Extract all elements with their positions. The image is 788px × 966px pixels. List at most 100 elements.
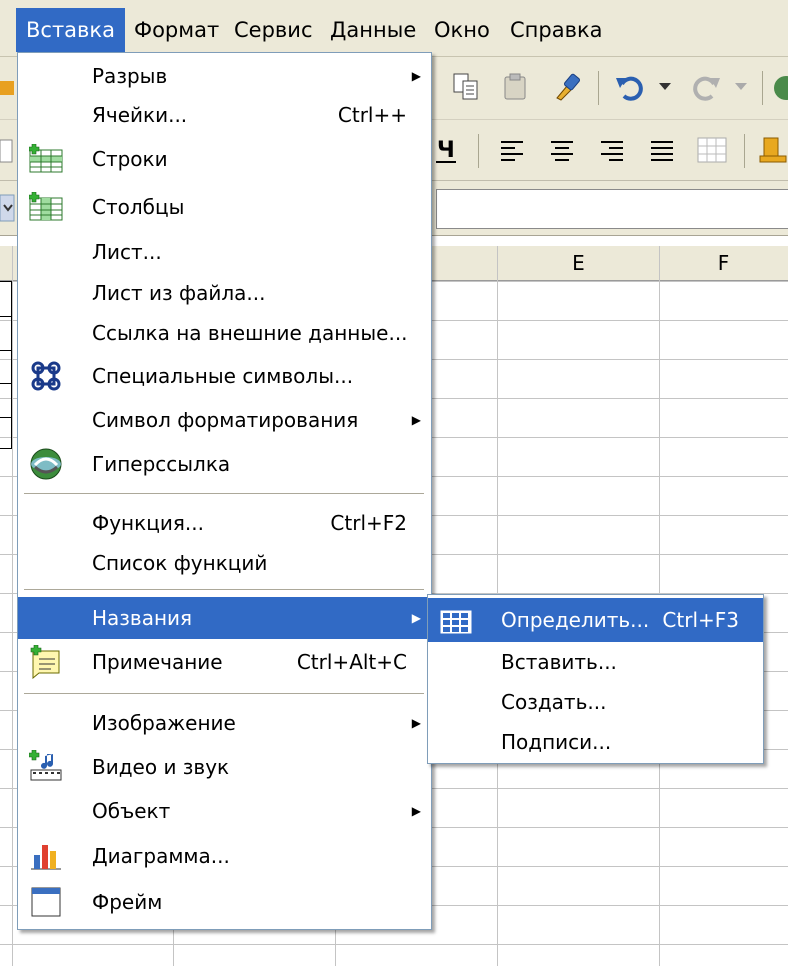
submenu-arrow-icon: ▶ [411,804,421,818]
submenu-arrow-icon: ▶ [411,413,421,427]
align-right-icon[interactable] [592,132,632,168]
menubar: Вставка Формат Сервис Данные Окно Справк… [0,0,788,57]
menu-item-frame[interactable]: Фрейм [18,879,431,925]
menu-item-break[interactable]: Разрыв ▶ [18,57,431,95]
menu-item-external-data[interactable]: Ссылка на внешние данные... [18,313,431,353]
menu-help[interactable]: Справка [500,8,613,52]
menu-item-label: Изображение [92,711,236,735]
media-icon [28,749,64,785]
insert-columns-icon [28,189,64,225]
submenu-item-create[interactable]: Создать... [428,682,763,722]
menu-item-comment[interactable]: Примечание Ctrl+Alt+C [18,639,431,685]
menu-item-function-list[interactable]: Список функций [18,543,431,583]
merge-cells-icon[interactable] [692,132,732,168]
menu-item-formatting-mark[interactable]: Символ форматирования ▶ [18,399,431,441]
toolbar-separator [598,71,599,105]
menu-item-shortcut: Ctrl+Alt+C [296,650,407,674]
column-header-f[interactable]: F [659,246,788,280]
menu-item-label: Ссылка на внешние данные... [92,321,408,345]
menu-separator [24,693,424,694]
menu-item-rows[interactable]: Строки [18,135,431,183]
menu-item-label: Функция... [92,511,204,535]
undo-dropdown-icon[interactable] [656,77,674,97]
menu-item-image[interactable]: Изображение ▶ [18,701,431,745]
menu-item-label: Лист... [92,240,162,264]
special-character-icon [28,358,64,394]
undo-icon[interactable] [610,67,650,107]
submenu-item-shortcut: Ctrl+F3 [662,608,739,632]
bordered-cell-range[interactable] [0,281,12,449]
align-center-icon[interactable] [542,132,582,168]
menu-item-label: Разрыв [92,64,168,88]
column-header-e[interactable]: E [497,246,660,280]
menu-item-label: Столбцы [92,195,185,219]
hyperlink-toolbar-icon[interactable] [770,71,788,105]
submenu-item-label: Определить... [501,608,650,632]
menu-tools[interactable]: Сервис [224,8,322,52]
insert-menu: Разрыв ▶ Ячейки... Ctrl++ Строки Столбцы… [17,52,432,930]
menu-item-object[interactable]: Объект ▶ [18,789,431,833]
name-box-dropdown-icon[interactable] [0,193,16,223]
menu-data[interactable]: Данные [320,8,426,52]
menu-item-label: Фрейм [92,890,163,914]
submenu-item-label: Вставить... [501,650,617,674]
menu-item-label: Примечание [92,650,223,674]
submenu-item-labels[interactable]: Подписи... [428,722,763,762]
menu-item-label: Список функций [92,551,268,575]
menu-item-columns[interactable]: Столбцы [18,183,431,231]
menu-item-media[interactable]: Видео и звук [18,745,431,789]
menu-item-sheet[interactable]: Лист... [18,231,431,273]
menu-item-names[interactable]: Названия ▶ [18,597,431,639]
formula-input[interactable] [436,189,788,229]
names-submenu: Определить... Ctrl+F3 Вставить... Создат… [427,594,764,764]
menu-window[interactable]: Окно [424,8,500,52]
toolbar-edge-icon[interactable] [0,71,16,105]
justify-icon[interactable] [642,132,682,168]
toolbar-separator [744,134,745,168]
toolbar-separator [762,71,763,105]
toolbar-edge-icon[interactable] [0,138,14,164]
submenu-item-label: Подписи... [501,730,612,754]
align-left-icon[interactable] [492,132,532,168]
clone-formatting-icon[interactable] [546,67,586,107]
submenu-item-insert[interactable]: Вставить... [428,642,763,682]
chart-icon [28,838,64,874]
menu-item-sheet-from-file[interactable]: Лист из файла... [18,273,431,313]
insert-rows-icon [28,141,64,177]
menu-item-cells[interactable]: Ячейки... Ctrl++ [18,95,431,135]
menu-item-label: Строки [92,147,168,171]
svg-text:Ч: Ч [437,138,455,163]
menu-item-shortcut: Ctrl+F2 [330,511,407,535]
frame-icon [28,884,64,920]
note-icon [28,644,64,680]
toolbar-separator [478,134,479,168]
menu-item-shortcut: Ctrl++ [337,103,407,127]
menu-item-label: Лист из файла... [92,281,266,305]
menu-item-label: Специальные символы... [92,364,354,388]
menu-separator [24,493,424,494]
currency-format-icon[interactable] [758,132,788,168]
submenu-item-define[interactable]: Определить... Ctrl+F3 [428,598,763,642]
menu-insert[interactable]: Вставка [16,8,125,52]
menu-format[interactable]: Формат [124,8,229,52]
submenu-arrow-icon: ▶ [411,69,421,83]
menu-item-chart[interactable]: Диаграмма... [18,833,431,879]
submenu-item-label: Создать... [501,690,607,714]
menu-item-special-character[interactable]: Специальные символы... [18,353,431,399]
submenu-arrow-icon: ▶ [411,611,421,625]
menu-item-label: Названия [92,606,193,630]
menu-item-function[interactable]: Функция... Ctrl+F2 [18,503,431,543]
menu-item-hyperlink[interactable]: Гиперссылка [18,441,431,487]
menu-item-label: Символ форматирования [92,408,359,432]
paste-icon[interactable] [496,67,536,107]
redo-dropdown-icon[interactable] [732,77,750,97]
menu-item-label: Диаграмма... [92,844,230,868]
menu-item-label: Ячейки... [92,103,188,127]
redo-icon[interactable] [686,67,726,107]
underline-icon[interactable]: Ч [432,132,462,168]
menu-separator [24,589,424,590]
menu-item-label: Видео и звук [92,755,230,779]
copy-icon[interactable] [446,67,486,107]
menu-item-label: Гиперссылка [92,452,231,476]
hyperlink-icon [28,446,64,482]
